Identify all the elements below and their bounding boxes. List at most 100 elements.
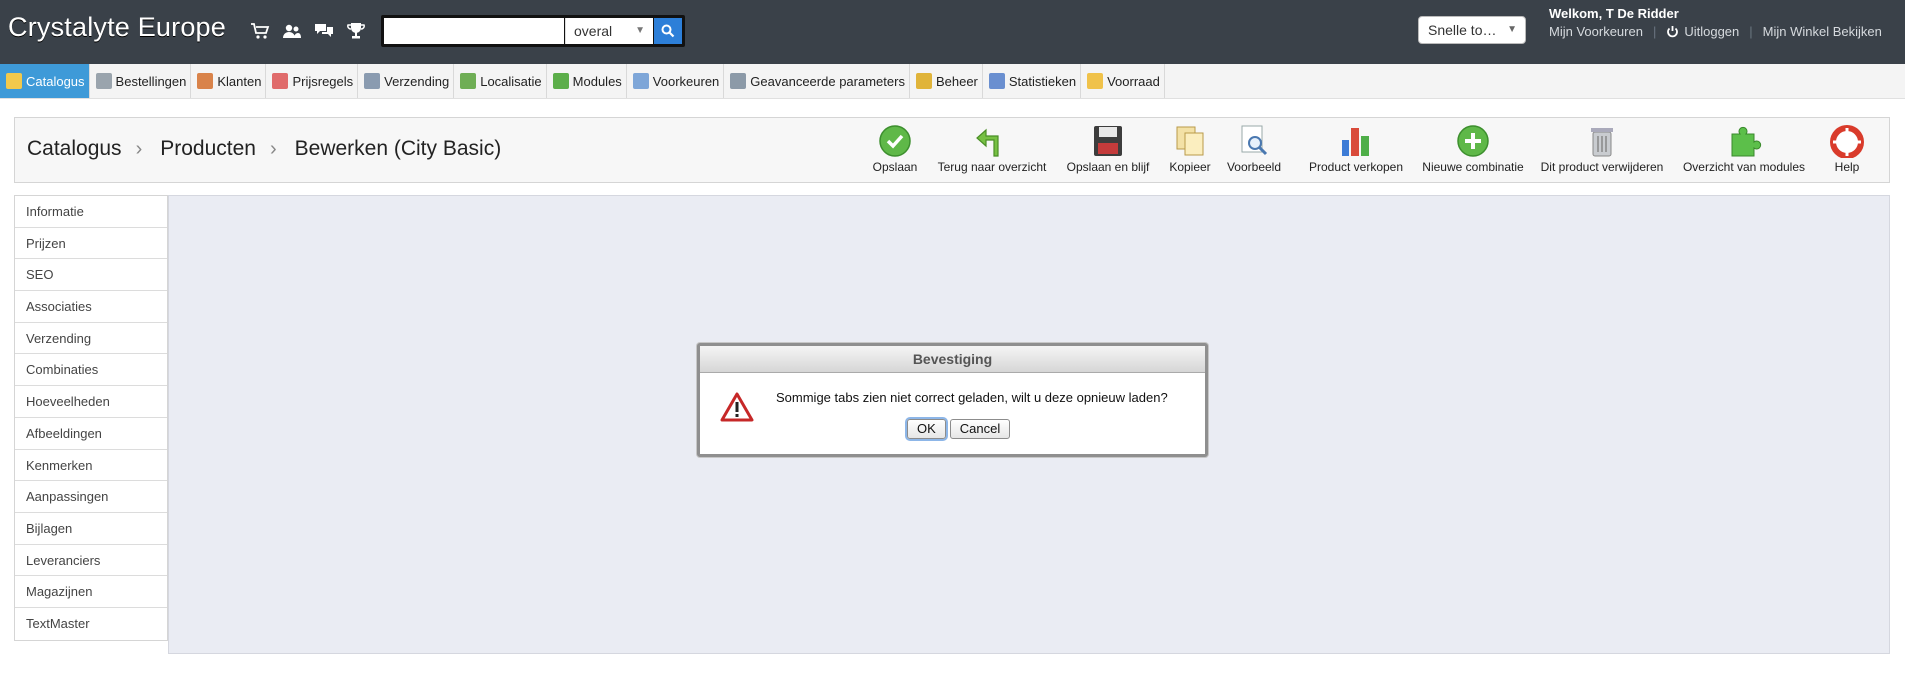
quick-access-select[interactable]: Snelle to… ▼ <box>1418 16 1526 44</box>
copy-icon <box>1176 126 1204 156</box>
search-bar: overal ▼ <box>381 15 685 47</box>
cart-icon <box>95 73 112 89</box>
lifebuoy-icon <box>1830 125 1864 158</box>
quick-access-label: Snelle to… <box>1428 22 1497 38</box>
ok-button[interactable]: OK <box>907 419 946 439</box>
preview-label: Voorbeeld <box>1226 160 1282 174</box>
tab-prijzen[interactable]: Prijzen <box>15 228 167 260</box>
menu-item-verzending[interactable]: Verzending <box>358 64 455 98</box>
trophy-icon[interactable] <box>344 19 368 43</box>
brand-logo[interactable]: Crystalyte Europe <box>8 12 226 43</box>
breadcrumb-products[interactable]: Producten <box>160 137 256 161</box>
dialog-buttons: OK Cancel <box>907 419 1011 439</box>
menu-item-statistieken[interactable]: Statistieken <box>983 64 1082 98</box>
new-combination-label: Nieuwe combinatie <box>1422 160 1524 174</box>
help-label: Help <box>1834 160 1860 174</box>
preview-button[interactable]: Voorbeeld <box>1224 124 1284 178</box>
view-shop-link[interactable]: Mijn Winkel Bekijken <box>1763 24 1882 39</box>
breadcrumb: Catalogus › Producten › Bewerken (City B… <box>27 137 501 161</box>
breadcrumb-catalog[interactable]: Catalogus <box>27 137 122 161</box>
tab-aanpassingen[interactable]: Aanpassingen <box>15 481 167 513</box>
save-label: Opslaan <box>872 160 918 174</box>
stock-icon <box>1087 73 1104 89</box>
menu-item-geavanceerde-parameters[interactable]: Geavanceerde parameters <box>724 64 910 98</box>
menu-item-label: Modules <box>572 73 622 89</box>
menu-item-localisatie[interactable]: Localisatie <box>454 64 547 98</box>
modules-overview-button[interactable]: Overzicht van modules <box>1681 124 1807 178</box>
tab-textmaster[interactable]: TextMaster <box>15 608 167 640</box>
messages-icon[interactable] <box>312 19 336 43</box>
floppy-disk-icon <box>1094 126 1122 156</box>
search-input[interactable] <box>384 18 564 44</box>
logout-link[interactable]: Uitloggen <box>1684 24 1739 39</box>
chevron-right-icon: › <box>269 137 277 160</box>
price-rules-icon <box>272 73 289 89</box>
tab-hoeveelheden[interactable]: Hoeveelheden <box>15 386 167 418</box>
search-button[interactable] <box>654 18 682 44</box>
menu-item-klanten[interactable]: Klanten <box>191 64 267 98</box>
divider: | <box>1749 24 1753 39</box>
puzzle-icon <box>552 73 569 89</box>
preferences-link[interactable]: Mijn Voorkeuren <box>1549 24 1643 39</box>
key-icon <box>915 73 932 89</box>
menu-item-modules[interactable]: Modules <box>547 64 627 98</box>
tab-associaties[interactable]: Associaties <box>15 291 167 323</box>
back-to-list-label: Terug naar overzicht <box>937 160 1047 174</box>
welcome-text: Welkom, T De Ridder <box>1549 6 1679 21</box>
customers-icon[interactable] <box>280 19 304 43</box>
tab-seo[interactable]: SEO <box>15 259 167 292</box>
menu-item-beheer[interactable]: Beheer <box>910 64 983 98</box>
menu-item-catalogus[interactable]: Catalogus <box>0 64 90 98</box>
tab-verzending[interactable]: Verzending <box>15 323 167 355</box>
menu-item-voorkeuren[interactable]: Voorkeuren <box>627 64 725 98</box>
sell-chart-icon <box>1342 128 1369 156</box>
breadcrumb-current: Bewerken (City Basic) <box>294 137 502 160</box>
chevron-down-icon: ▼ <box>635 25 645 36</box>
top-header: Crystalyte Europe overal ▼ Snelle to… ▼ … <box>0 0 1905 64</box>
trash-icon <box>1591 128 1613 157</box>
menu-item-voorraad[interactable]: Voorraad <box>1081 64 1165 98</box>
main-menu: Catalogus Bestellingen Klanten Prijsregels V… <box>0 64 1905 99</box>
menu-item-label: Beheer <box>935 73 978 89</box>
tab-kenmerken[interactable]: Kenmerken <box>15 450 167 482</box>
save-and-stay-button[interactable]: Opslaan en blijf <box>1060 124 1156 178</box>
modules-puzzle-icon <box>1731 126 1762 157</box>
menu-item-prijsregels[interactable]: Prijsregels <box>266 64 359 98</box>
stats-icon <box>988 73 1005 89</box>
tab-magazijnen[interactable]: Magazijnen <box>15 576 167 608</box>
tab-bijlagen[interactable]: Bijlagen <box>15 513 167 545</box>
tab-informatie[interactable]: Informatie <box>15 196 167 228</box>
page-toolbar: Catalogus › Producten › Bewerken (City B… <box>14 117 1890 183</box>
folder-icon <box>6 73 22 89</box>
delete-product-label: Dit product verwijderen <box>1540 160 1664 174</box>
wrench-icon <box>730 73 747 89</box>
modules-overview-label: Overzicht van modules <box>1682 160 1806 174</box>
search-scope-select[interactable]: overal ▼ <box>565 18 653 44</box>
cart-icon[interactable] <box>248 19 272 43</box>
menu-item-bestellingen[interactable]: Bestellingen <box>90 64 192 98</box>
globe-icon <box>460 73 477 89</box>
search-scope-label: overal <box>574 23 613 39</box>
delete-product-button[interactable]: Dit product verwijderen <box>1538 124 1666 178</box>
tab-afbeeldingen[interactable]: Afbeeldingen <box>15 418 167 450</box>
tab-combinaties[interactable]: Combinaties <box>15 354 167 387</box>
menu-item-label: Geavanceerde parameters <box>750 73 905 89</box>
tab-leveranciers[interactable]: Leveranciers <box>15 545 167 577</box>
help-button[interactable]: Help <box>1827 124 1867 178</box>
user-icon <box>197 73 214 89</box>
chevron-down-icon: ▼ <box>1507 24 1517 35</box>
back-to-list-button[interactable]: Terug naar overzicht <box>932 124 1052 178</box>
save-and-stay-label: Opslaan en blijf <box>1066 160 1150 174</box>
save-button[interactable]: Opslaan <box>865 124 925 178</box>
dialog-message: Sommige tabs zien niet correct geladen, … <box>776 390 1168 405</box>
truck-icon <box>364 73 381 89</box>
menu-item-label: Prijsregels <box>292 73 354 89</box>
menu-item-label: Voorkeuren <box>652 73 720 89</box>
menu-item-label: Verzending <box>384 73 450 89</box>
power-icon[interactable] <box>1666 25 1679 38</box>
duplicate-button[interactable]: Kopieer <box>1165 124 1215 178</box>
cancel-button[interactable]: Cancel <box>949 419 1011 439</box>
sell-product-button[interactable]: Product verkopen <box>1306 124 1406 178</box>
back-arrow-icon <box>976 128 999 157</box>
new-combination-button[interactable]: Nieuwe combinatie <box>1420 124 1526 178</box>
